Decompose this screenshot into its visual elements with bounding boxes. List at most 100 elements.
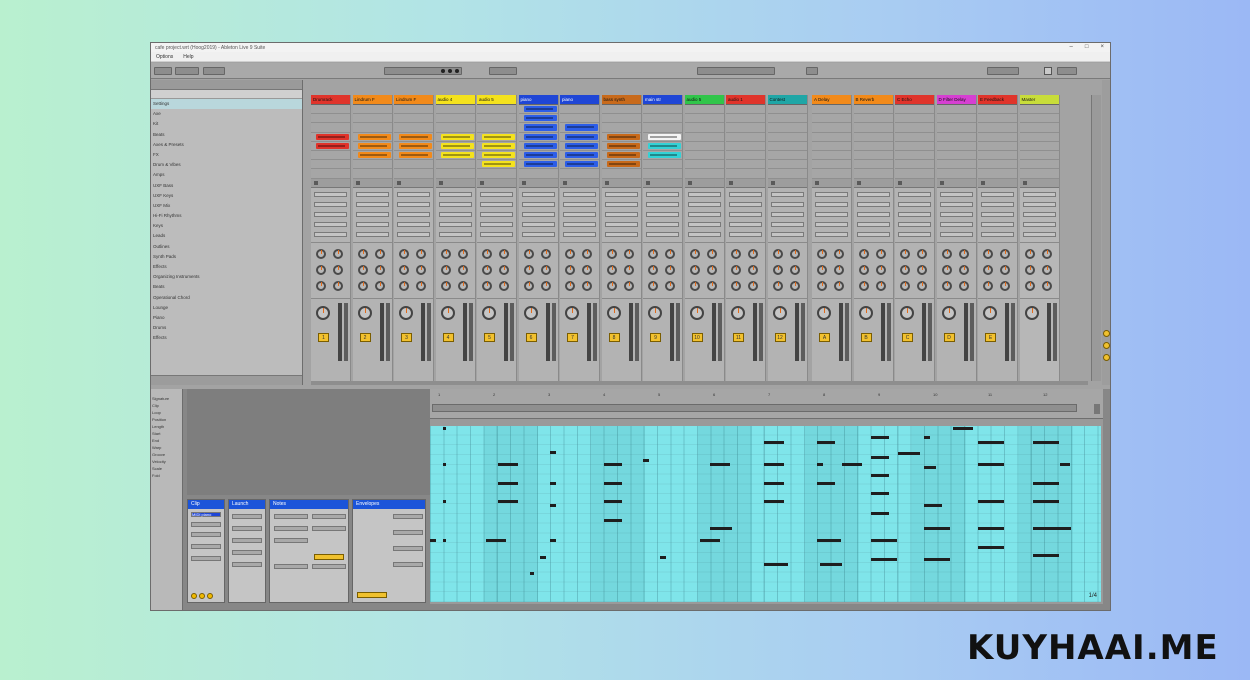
send-knob-icon[interactable]	[416, 280, 426, 291]
routing-dropdown[interactable]	[856, 221, 890, 227]
clip-slot[interactable]	[311, 114, 350, 124]
send-knob-icon[interactable]	[817, 264, 827, 275]
browser-item[interactable]: Drum & Vibes	[151, 160, 302, 170]
send-knob-icon[interactable]	[565, 248, 575, 259]
clip-slot[interactable]	[812, 132, 851, 142]
send-knob-icon[interactable]	[748, 248, 758, 259]
send-knob-icon[interactable]	[834, 248, 844, 259]
track-activator-button[interactable]: 9	[650, 332, 661, 342]
clip[interactable]	[440, 142, 474, 149]
midi-note[interactable]	[643, 459, 649, 462]
clip-slot[interactable]	[352, 169, 392, 179]
clip[interactable]	[523, 133, 557, 140]
clip[interactable]	[565, 151, 598, 159]
clip-slot[interactable]	[978, 169, 1017, 179]
volume-meter[interactable]	[545, 302, 550, 361]
clip[interactable]	[316, 142, 349, 149]
send-knob-icon[interactable]	[1000, 248, 1010, 259]
clip-slot[interactable]	[767, 169, 807, 179]
send-knob-icon[interactable]	[706, 264, 717, 275]
send-knob-icon[interactable]	[731, 264, 741, 275]
volume-meter[interactable]	[462, 302, 467, 361]
track-activator-button[interactable]: 2	[359, 332, 371, 342]
midi-note[interactable]	[1060, 463, 1070, 466]
send-knob-icon[interactable]	[416, 248, 426, 259]
send-knob-icon[interactable]	[482, 264, 492, 275]
routing-dropdown[interactable]	[563, 221, 596, 227]
routing-dropdown[interactable]	[729, 221, 762, 227]
clip-slot[interactable]	[812, 105, 851, 115]
routing-dropdown[interactable]	[898, 201, 931, 207]
clip[interactable]	[482, 142, 515, 149]
browser-item[interactable]: UXF Bass	[151, 181, 302, 191]
midi-note[interactable]	[871, 456, 889, 459]
browser-item[interactable]: Axes & Presets	[151, 140, 302, 150]
pan-knob-icon[interactable]	[482, 305, 496, 320]
routing-dropdown[interactable]	[939, 211, 973, 217]
midi-note[interactable]	[817, 539, 841, 542]
midi-note[interactable]	[604, 500, 622, 503]
send-knob-icon[interactable]	[333, 264, 343, 275]
clip-slot[interactable]	[560, 132, 599, 142]
clip-slot[interactable]	[435, 105, 475, 115]
clip-slot[interactable]	[853, 123, 893, 133]
clip-stop-button[interactable]	[853, 178, 893, 188]
midi-note[interactable]	[1033, 441, 1059, 444]
send-knob-icon[interactable]	[900, 264, 910, 275]
send-knob-icon[interactable]	[875, 264, 886, 275]
clip[interactable]	[648, 133, 681, 140]
clip-stop-button[interactable]	[518, 178, 558, 188]
track-title[interactable]: audio 5	[684, 95, 724, 105]
clip-slot[interactable]	[978, 132, 1017, 142]
volume-meter[interactable]	[839, 302, 843, 361]
midi-note[interactable]	[486, 539, 506, 542]
clip-slot[interactable]	[812, 123, 851, 133]
clip-slot[interactable]	[311, 169, 350, 179]
clip-slot[interactable]	[1019, 105, 1059, 115]
clip-stop-button[interactable]	[1019, 178, 1059, 188]
pan-knob-icon[interactable]	[941, 305, 956, 320]
clip-slot[interactable]	[560, 169, 599, 179]
clip-stop-button[interactable]	[643, 178, 682, 188]
clip-slot[interactable]	[684, 105, 724, 115]
send-knob-icon[interactable]	[875, 280, 886, 291]
clip-slot[interactable]	[895, 160, 934, 170]
clip-slot[interactable]	[352, 141, 392, 151]
send-knob-icon[interactable]	[731, 280, 741, 291]
clip-slot[interactable]	[560, 123, 599, 133]
routing-dropdown[interactable]	[856, 201, 890, 207]
volume-meter[interactable]	[504, 302, 508, 361]
clip-slot[interactable]	[812, 169, 851, 179]
clip-slot[interactable]	[978, 105, 1017, 115]
clip-slot[interactable]	[518, 141, 558, 151]
routing-dropdown[interactable]	[770, 221, 804, 227]
routing-dropdown[interactable]	[815, 211, 848, 217]
midi-note[interactable]	[764, 500, 784, 503]
send-knob-icon[interactable]	[523, 280, 534, 291]
midi-note[interactable]	[871, 436, 889, 439]
clip-slot[interactable]	[601, 114, 641, 124]
send-knob-icon[interactable]	[983, 264, 993, 275]
pan-knob-icon[interactable]	[357, 305, 372, 320]
send-knob-icon[interactable]	[440, 280, 451, 291]
routing-dropdown[interactable]	[521, 191, 555, 197]
send-knob-icon[interactable]	[817, 280, 827, 291]
timeline-ruler[interactable]: 1 2 3 4 5 6 7 8 9 10 11 12	[430, 389, 1103, 419]
browser-item[interactable]: Drums	[151, 323, 302, 333]
midi-note[interactable]	[817, 441, 835, 444]
loop-toggle[interactable]	[312, 514, 346, 519]
clip-slot[interactable]	[560, 114, 599, 124]
clip[interactable]	[648, 151, 681, 159]
clip-slot[interactable]	[643, 132, 682, 142]
send-knob-icon[interactable]	[482, 280, 492, 291]
loop-button[interactable]	[314, 554, 344, 560]
length-field[interactable]	[274, 538, 308, 543]
clip-slot[interactable]	[978, 114, 1017, 124]
clip[interactable]	[440, 133, 474, 140]
send-knob-icon[interactable]	[834, 280, 844, 291]
routing-dropdown[interactable]	[1022, 211, 1056, 217]
clip-stop-button[interactable]	[435, 178, 475, 188]
midi-note[interactable]	[443, 500, 446, 503]
clip-slot[interactable]	[394, 169, 433, 179]
send-knob-icon[interactable]	[1000, 280, 1010, 291]
